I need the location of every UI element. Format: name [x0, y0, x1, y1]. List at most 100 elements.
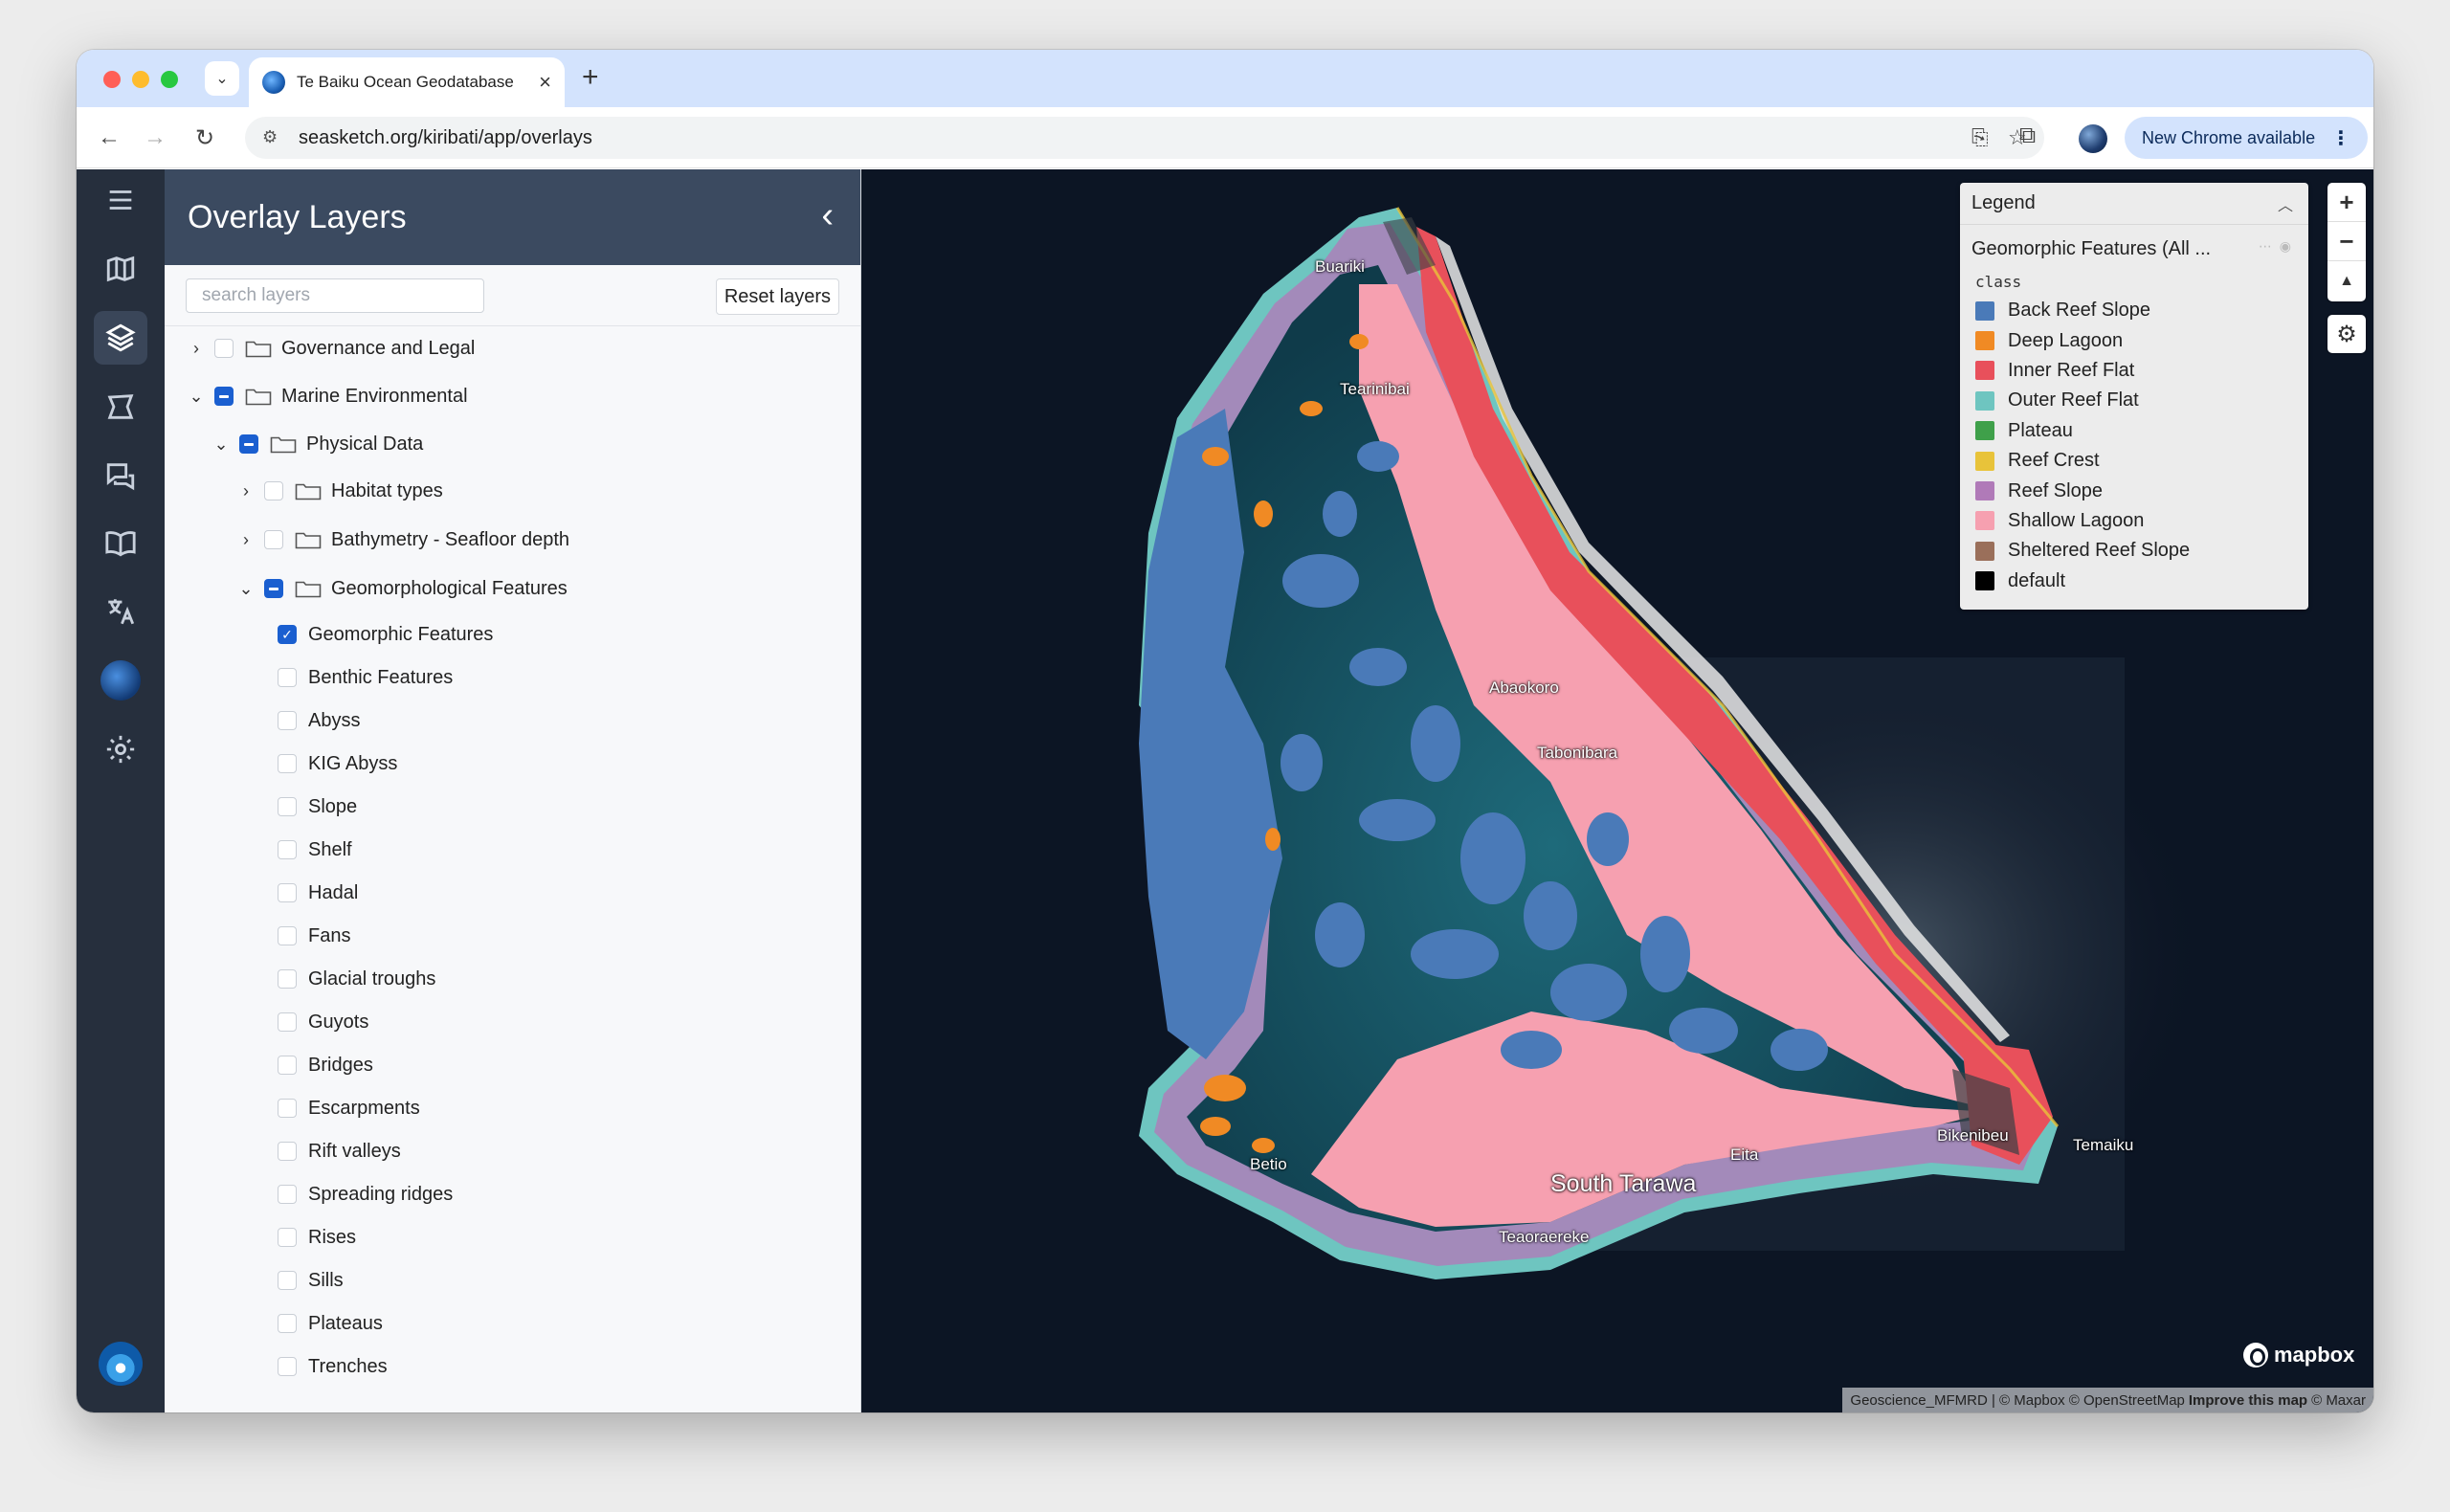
tab-search-chevron-icon[interactable]: ⌄	[205, 61, 239, 96]
extensions-puzzle-icon[interactable]: ⧉	[2019, 122, 2036, 149]
profile-avatar[interactable]	[2079, 124, 2107, 153]
layer-checkbox[interactable]	[214, 387, 234, 406]
layer-tree-item[interactable]: Bridges	[278, 1051, 373, 1079]
layer-checkbox[interactable]	[278, 1271, 297, 1290]
layer-checkbox[interactable]	[278, 883, 297, 902]
map-icon[interactable]	[94, 242, 147, 296]
layer-tree-item[interactable]: Sills	[278, 1266, 344, 1295]
sketching-icon[interactable]	[94, 380, 147, 434]
layer-checkbox[interactable]	[278, 1185, 297, 1204]
install-app-icon[interactable]: ⎘	[1971, 125, 1989, 150]
map-legend: Legend ︿ Geomorphic Features (All ... ⋯ …	[1960, 183, 2308, 610]
layer-tree-item[interactable]: Rises	[278, 1223, 356, 1252]
layer-checkbox[interactable]	[278, 1357, 297, 1376]
layer-tree-item[interactable]: ⌄ Marine Environmental	[186, 382, 467, 411]
layer-tree-item[interactable]: Hadal	[278, 878, 358, 907]
search-layers-input[interactable]	[186, 278, 484, 313]
new-tab-button[interactable]: +	[582, 63, 599, 92]
layer-tree-item[interactable]: Fans	[278, 922, 350, 950]
layer-checkbox[interactable]	[278, 797, 297, 816]
legend-item: Back Reef Slope	[1960, 296, 2308, 325]
legend-visibility-eye-icon[interactable]: ⋯ ◉	[2259, 238, 2293, 255]
book-icon[interactable]	[94, 516, 147, 569]
legend-header[interactable]: Legend ︿	[1960, 183, 2308, 225]
reload-icon[interactable]: ↻	[189, 122, 220, 153]
chevron-right-icon[interactable]: ›	[235, 530, 256, 550]
layer-checkbox[interactable]	[264, 530, 283, 549]
map-canvas[interactable]: Buariki Tearinibai Abaokoro Tabonibara B…	[861, 169, 2373, 1412]
chevron-down-icon[interactable]: ⌄	[186, 387, 207, 407]
maximize-window-button[interactable]	[161, 71, 178, 88]
layer-tree-item[interactable]: Benthic Features	[278, 663, 453, 692]
address-bar[interactable]: ⚙ seasketch.org/kiribati/app/overlays ⎘ …	[245, 117, 2044, 159]
active-tab[interactable]: Te Baiku Ocean Geodatabase ×	[249, 57, 565, 107]
forward-arrow-icon[interactable]: →	[140, 122, 170, 153]
zoom-out-minus-icon[interactable]: −	[2328, 222, 2366, 261]
layer-checkbox[interactable]	[278, 668, 297, 687]
layer-tree-item[interactable]: › Habitat types	[235, 477, 443, 505]
layer-tree-item[interactable]: › Governance and Legal	[186, 334, 475, 363]
layer-tree-item[interactable]: Spreading ridges	[278, 1180, 453, 1209]
layer-checkbox[interactable]	[278, 1142, 297, 1161]
layer-checkbox[interactable]	[278, 1012, 297, 1032]
layer-checkbox[interactable]	[239, 434, 258, 454]
layer-tree-item[interactable]: ✓ Geomorphic Features	[278, 620, 493, 649]
layer-tree-item[interactable]: Trenches	[278, 1352, 388, 1381]
site-settings-icon[interactable]: ⚙	[262, 127, 278, 147]
chevron-right-icon[interactable]: ›	[235, 481, 256, 501]
legend-collapse-chevron-icon[interactable]: ︿	[2278, 192, 2293, 215]
chrome-update-button[interactable]: New Chrome available ⋮	[2125, 117, 2368, 159]
layer-tree-item[interactable]: ⌄ Physical Data	[211, 430, 423, 458]
chevron-right-icon[interactable]: ›	[186, 339, 207, 359]
layer-tree-item[interactable]: Rift valleys	[278, 1137, 401, 1166]
layer-checkbox[interactable]	[278, 1228, 297, 1247]
layer-tree-item[interactable]: Plateaus	[278, 1309, 383, 1338]
chevron-down-icon[interactable]: ⌄	[211, 434, 232, 455]
layer-checkbox[interactable]	[264, 481, 283, 500]
mapbox-logo[interactable]: mapbox	[2243, 1343, 2354, 1367]
layer-checkbox[interactable]	[278, 1314, 297, 1333]
layer-checkbox[interactable]	[278, 969, 297, 989]
url-text[interactable]: seasketch.org/kiribati/app/overlays	[299, 127, 592, 149]
layer-checkbox[interactable]	[278, 754, 297, 773]
compass-north-icon[interactable]: ▲	[2328, 261, 2366, 300]
layer-checkbox[interactable]	[278, 926, 297, 945]
chevron-down-icon[interactable]: ⌄	[235, 579, 256, 599]
layer-tree-item[interactable]: Slope	[278, 792, 357, 821]
close-window-button[interactable]	[103, 71, 121, 88]
layer-tree-item[interactable]: › Bathymetry - Seafloor depth	[235, 525, 569, 554]
layer-checkbox[interactable]	[278, 1099, 297, 1118]
layer-tree-item[interactable]: Guyots	[278, 1008, 368, 1036]
improve-this-map-link[interactable]: Improve this map	[2189, 1392, 2307, 1409]
layer-checkbox[interactable]	[214, 339, 234, 358]
layer-checkbox[interactable]: ✓	[278, 625, 297, 644]
layer-tree-item[interactable]: ⌄ Geomorphological Features	[235, 574, 567, 603]
discussion-icon[interactable]	[94, 449, 147, 502]
legend-swatch	[1975, 541, 1994, 561]
layer-tree-item[interactable]: Abyss	[278, 706, 360, 735]
collapse-panel-chevron-icon[interactable]: ‹	[821, 196, 834, 234]
layer-checkbox[interactable]	[264, 579, 283, 598]
layer-checkbox[interactable]	[278, 711, 297, 730]
legend-item: Deep Lagoon	[1960, 325, 2308, 355]
settings-gear-icon[interactable]	[94, 723, 147, 776]
back-arrow-icon[interactable]: ←	[94, 122, 124, 153]
zoom-in-plus-icon[interactable]: +	[2328, 183, 2366, 222]
layer-checkbox[interactable]	[278, 840, 297, 859]
layers-icon[interactable]	[94, 311, 147, 365]
close-tab-icon[interactable]: ×	[539, 70, 551, 95]
seasketch-logo-icon[interactable]	[94, 1337, 147, 1390]
layer-checkbox[interactable]	[278, 1056, 297, 1075]
folder-icon	[295, 579, 322, 598]
layer-tree-item[interactable]: KIG Abyss	[278, 749, 397, 778]
layer-tree-item[interactable]: Glacial troughs	[278, 965, 435, 993]
user-avatar[interactable]	[94, 654, 147, 707]
minimize-window-button[interactable]	[132, 71, 149, 88]
translate-icon[interactable]	[94, 585, 147, 638]
layer-tree-item[interactable]: Escarpments	[278, 1094, 420, 1123]
map-settings-gear-icon[interactable]: ⚙	[2328, 315, 2366, 353]
hamburger-menu-icon[interactable]	[94, 173, 147, 227]
reset-layers-button[interactable]: Reset layers	[715, 278, 839, 315]
layer-tree-item[interactable]: Shelf	[278, 835, 352, 864]
legend-item-label: Reef Crest	[2008, 450, 2100, 472]
